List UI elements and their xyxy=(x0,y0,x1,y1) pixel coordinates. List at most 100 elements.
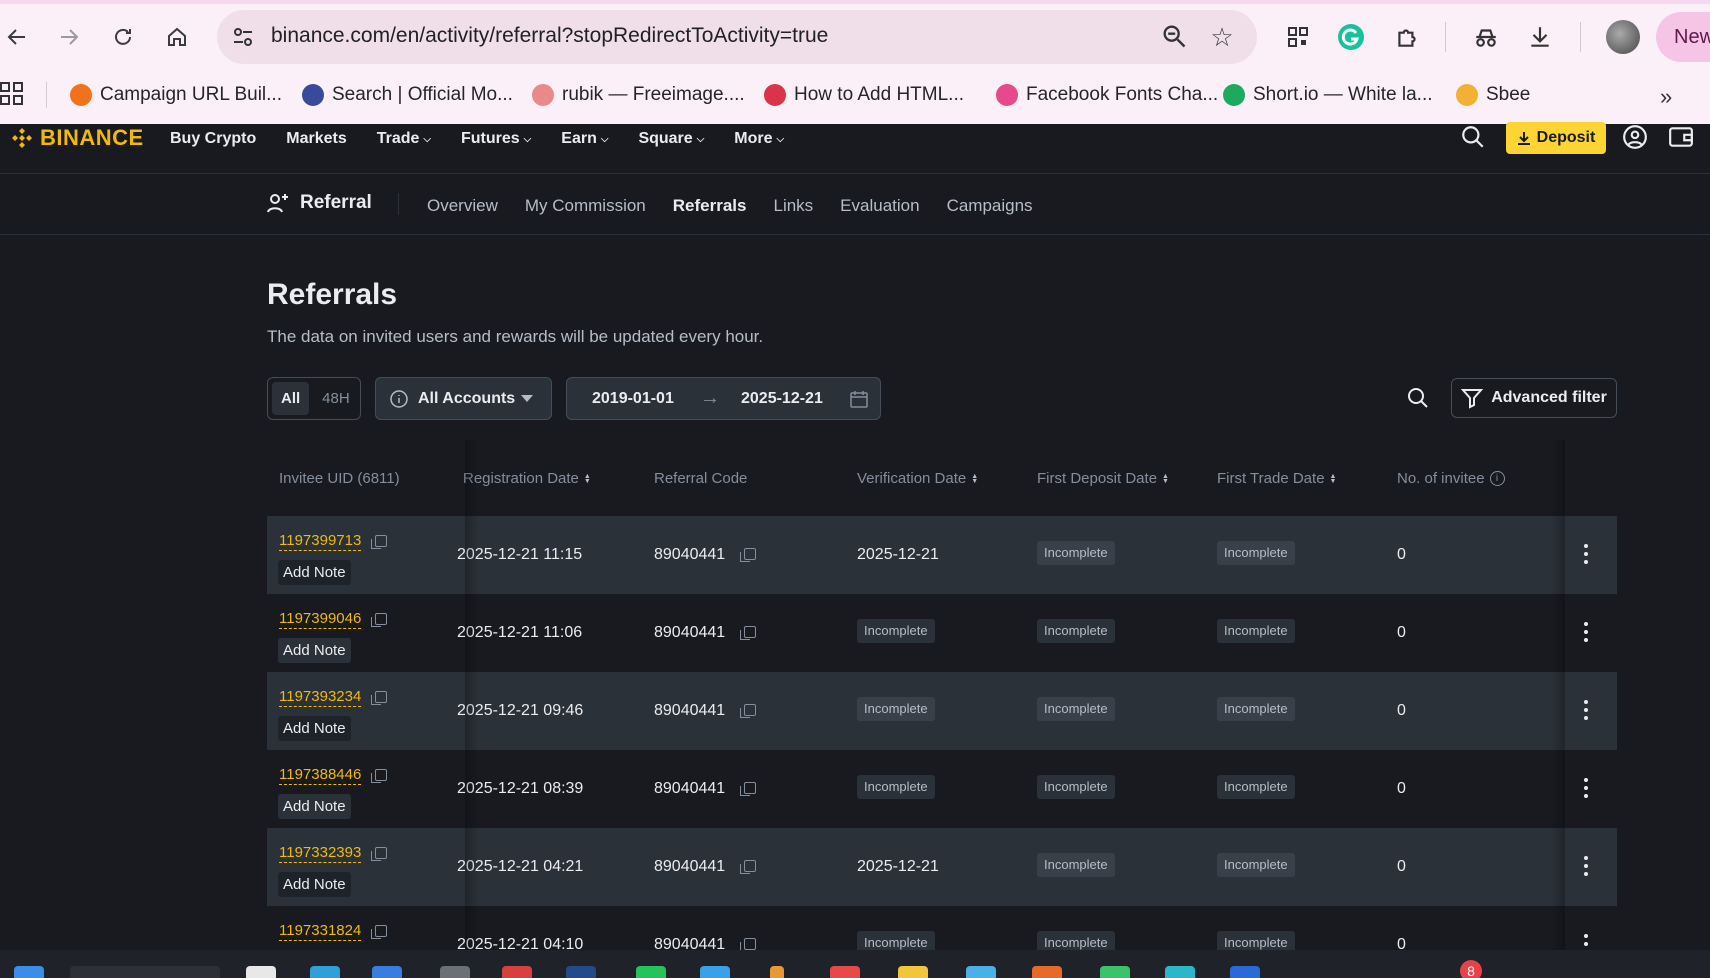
add-note-button[interactable]: Add Note xyxy=(278,638,351,663)
bookmark-star-icon[interactable]: ☆ xyxy=(1207,22,1237,52)
calendar-app-icon[interactable] xyxy=(830,966,860,978)
invitee-uid-link[interactable]: 1197331824 xyxy=(279,922,362,941)
more-options-icon[interactable] xyxy=(1583,856,1589,876)
date-range-picker[interactable]: 2019-01-01 → 2025-12-21 xyxy=(566,377,881,420)
app-icon[interactable] xyxy=(1230,966,1260,978)
more-options-icon[interactable] xyxy=(1583,778,1589,798)
table-search-icon[interactable] xyxy=(1406,386,1432,412)
add-note-button[interactable]: Add Note xyxy=(278,794,351,819)
range-option-all[interactable]: All xyxy=(272,382,310,415)
tab-evaluation[interactable]: Evaluation xyxy=(840,196,919,216)
copy-icon[interactable] xyxy=(740,704,756,718)
header-search-icon[interactable] xyxy=(1460,124,1488,152)
tab-campaigns[interactable]: Campaigns xyxy=(947,196,1033,216)
sort-icon[interactable]: ▲ ▼ xyxy=(971,473,978,485)
extensions-puzzle-icon[interactable] xyxy=(1390,20,1424,54)
apps-grid-icon[interactable] xyxy=(0,82,24,106)
bookmark-item[interactable]: Campaign URL Buil... xyxy=(70,80,282,110)
app-icon[interactable] xyxy=(1165,966,1195,978)
copy-icon[interactable] xyxy=(371,925,387,939)
new-chrome-button[interactable]: New xyxy=(1656,12,1710,62)
referral-section-title[interactable]: Referral xyxy=(266,191,372,215)
add-note-button[interactable]: Add Note xyxy=(278,716,351,741)
copy-icon[interactable] xyxy=(740,548,756,562)
copy-icon[interactable] xyxy=(371,691,387,705)
binance-logo[interactable]: BINANCE xyxy=(10,124,144,152)
nav-item-buy-crypto[interactable]: Buy Crypto xyxy=(170,130,256,148)
app-icon[interactable] xyxy=(310,966,340,978)
home-button[interactable] xyxy=(160,20,194,54)
more-options-icon[interactable] xyxy=(1583,544,1589,564)
app-icon[interactable] xyxy=(700,966,730,978)
tab-overview[interactable]: Overview xyxy=(427,196,498,216)
whatsapp-app-icon[interactable] xyxy=(636,966,666,978)
address-bar[interactable]: binance.com/en/activity/referral?stopRed… xyxy=(217,10,1257,64)
reload-button[interactable] xyxy=(106,20,140,54)
copy-icon[interactable] xyxy=(740,860,756,874)
bookmark-item[interactable]: Facebook Fonts Cha... xyxy=(996,80,1218,110)
forward-button[interactable] xyxy=(52,20,86,54)
col-registration-date[interactable]: Registration Date ▲ ▼ xyxy=(463,470,591,487)
nav-item-markets[interactable]: Markets xyxy=(286,130,346,148)
tab-referrals[interactable]: Referrals xyxy=(673,196,747,216)
invitee-uid-link[interactable]: 1197399046 xyxy=(279,610,362,629)
nav-item-trade[interactable]: Trade ⌵ xyxy=(377,130,431,148)
col-first-deposit-date[interactable]: First Deposit Date ▲ ▼ xyxy=(1037,470,1169,487)
bookmark-item[interactable]: rubik — Freeimage.... xyxy=(532,80,745,110)
advanced-filter-button[interactable]: Advanced filter xyxy=(1451,378,1617,418)
bookmark-item[interactable]: Search | Official Mo... xyxy=(302,80,513,110)
app-icon[interactable] xyxy=(1100,966,1130,978)
account-icon[interactable] xyxy=(1622,124,1650,152)
wallet-icon[interactable] xyxy=(1668,124,1696,152)
profile-avatar[interactable] xyxy=(1606,20,1640,54)
date-from[interactable]: 2019-01-01 xyxy=(592,390,674,408)
more-options-icon[interactable] xyxy=(1583,622,1589,642)
tab-my-commission[interactable]: My Commission xyxy=(525,196,646,216)
add-note-button[interactable]: Add Note xyxy=(278,560,351,585)
more-bookmarks-icon[interactable]: » xyxy=(1660,84,1672,110)
more-options-icon[interactable] xyxy=(1583,700,1589,720)
bookmark-item[interactable]: How to Add HTML... xyxy=(764,80,964,110)
invitee-uid-link[interactable]: 1197399713 xyxy=(279,532,362,551)
account-select[interactable]: All Accounts xyxy=(375,377,552,420)
copy-icon[interactable] xyxy=(371,847,387,861)
range-option-48h[interactable]: 48H xyxy=(313,382,359,415)
nav-item-square[interactable]: Square ⌵ xyxy=(638,130,704,148)
qr-code-extension-icon[interactable] xyxy=(1281,20,1315,54)
nav-item-futures[interactable]: Futures ⌵ xyxy=(461,130,531,148)
invitee-uid-link[interactable]: 1197393234 xyxy=(279,688,362,707)
app-icon[interactable] xyxy=(770,966,784,978)
info-icon[interactable]: i xyxy=(1489,471,1505,486)
deposit-button[interactable]: Deposit xyxy=(1506,122,1606,154)
col-verification-date[interactable]: Verification Date ▲ ▼ xyxy=(857,470,978,487)
copy-icon[interactable] xyxy=(371,535,387,549)
app-icon[interactable] xyxy=(372,966,402,978)
col-first-trade-date[interactable]: First Trade Date ▲ ▼ xyxy=(1217,470,1336,487)
more-options-icon[interactable] xyxy=(1583,934,1589,950)
grammarly-extension-icon[interactable] xyxy=(1334,20,1368,54)
bookmark-item[interactable]: Short.io — White la... xyxy=(1223,80,1433,110)
tab-links[interactable]: Links xyxy=(773,196,813,216)
app-icon[interactable] xyxy=(966,966,996,978)
chrome-app-icon[interactable] xyxy=(502,966,532,978)
url-text[interactable]: binance.com/en/activity/referral?stopRed… xyxy=(271,24,828,48)
copy-icon[interactable] xyxy=(740,782,756,796)
nav-item-more[interactable]: More ⌵ xyxy=(734,130,784,148)
invitee-uid-link[interactable]: 1197332393 xyxy=(279,844,362,863)
app-icon[interactable] xyxy=(566,966,596,978)
calendar-icon[interactable] xyxy=(849,389,869,409)
date-to[interactable]: 2025-12-21 xyxy=(741,390,823,408)
taskbar-search[interactable] xyxy=(70,966,220,978)
copy-icon[interactable] xyxy=(740,626,756,640)
back-button[interactable] xyxy=(0,20,34,54)
invitee-uid-link[interactable]: 1197388446 xyxy=(279,766,362,785)
nav-item-earn[interactable]: Earn ⌵ xyxy=(561,130,608,148)
copy-icon[interactable] xyxy=(371,613,387,627)
zoom-icon[interactable] xyxy=(1160,22,1190,52)
site-info-icon[interactable] xyxy=(229,23,257,51)
copy-icon[interactable] xyxy=(740,938,756,950)
incognito-icon[interactable] xyxy=(1469,20,1503,54)
sort-icon[interactable]: ▲ ▼ xyxy=(1330,473,1337,485)
sort-icon[interactable]: ▲ ▼ xyxy=(584,473,591,485)
add-note-button[interactable]: Add Note xyxy=(278,872,351,897)
